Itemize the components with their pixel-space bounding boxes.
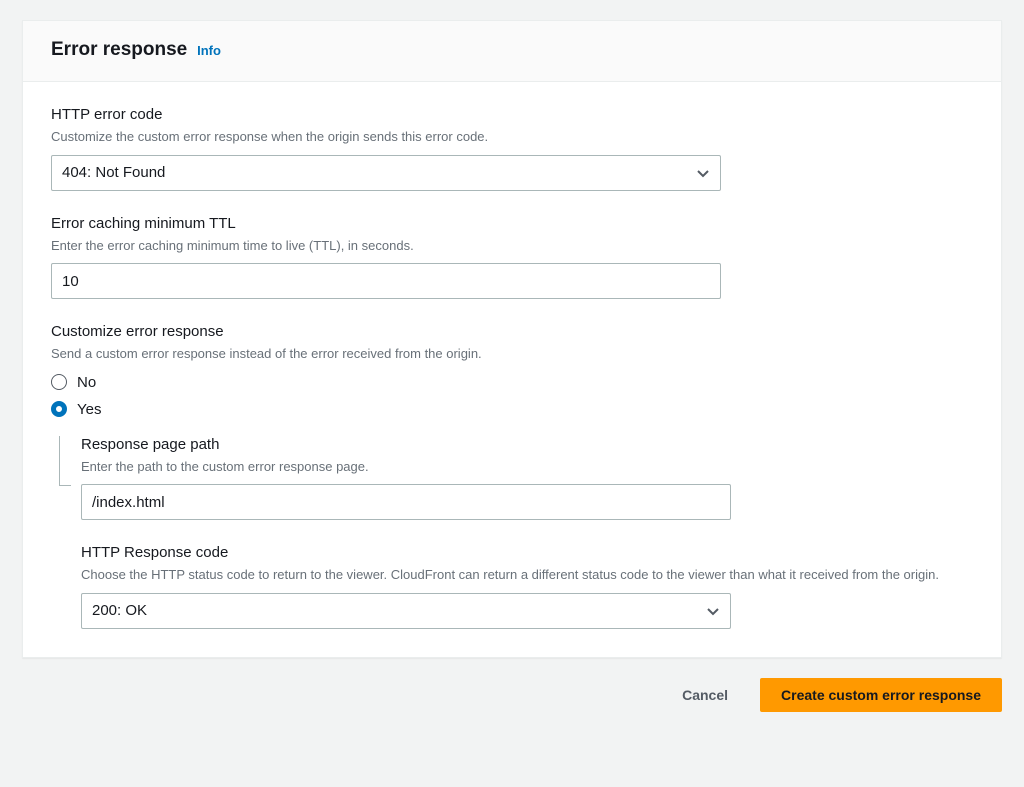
error-response-panel: Error response Info HTTP error code Cust…: [22, 20, 1002, 658]
panel-title: Error response: [51, 39, 187, 60]
radio-yes-label: Yes: [77, 401, 101, 418]
http-error-code-select-wrap: 404: Not Found: [51, 155, 721, 191]
create-button[interactable]: Create custom error response: [760, 678, 1002, 712]
response-path-group: Response page path Enter the path to the…: [81, 436, 973, 521]
customize-hint: Send a custom error response instead of …: [51, 344, 973, 364]
response-path-hint: Enter the path to the custom error respo…: [81, 457, 973, 477]
http-error-code-label: HTTP error code: [51, 106, 973, 123]
radio-icon: [51, 401, 67, 417]
tree-connector-icon: [59, 436, 71, 486]
radio-icon: [51, 374, 67, 390]
response-path-input[interactable]: [81, 484, 731, 520]
response-code-select-wrap: 200: OK: [81, 593, 731, 629]
response-code-group: HTTP Response code Choose the HTTP statu…: [81, 544, 973, 629]
customize-group: Customize error response Send a custom e…: [51, 323, 973, 418]
ttl-input[interactable]: [51, 263, 721, 299]
http-error-code-group: HTTP error code Customize the custom err…: [51, 106, 973, 191]
panel-body: HTTP error code Customize the custom err…: [23, 82, 1001, 657]
nested-section: Response page path Enter the path to the…: [59, 436, 973, 629]
customize-label: Customize error response: [51, 323, 973, 340]
http-error-code-select[interactable]: 404: Not Found: [51, 155, 721, 191]
footer-actions: Cancel Create custom error response: [22, 678, 1002, 712]
ttl-hint: Enter the error caching minimum time to …: [51, 236, 973, 256]
customize-radio-group: No Yes: [51, 374, 973, 418]
customize-radio-yes[interactable]: Yes: [51, 401, 973, 418]
response-code-select[interactable]: 200: OK: [81, 593, 731, 629]
ttl-group: Error caching minimum TTL Enter the erro…: [51, 215, 973, 300]
cancel-button[interactable]: Cancel: [662, 678, 748, 712]
customize-radio-no[interactable]: No: [51, 374, 973, 391]
nested-content: Response page path Enter the path to the…: [59, 436, 973, 629]
radio-no-label: No: [77, 374, 96, 391]
response-path-label: Response page path: [81, 436, 973, 453]
panel-header: Error response Info: [23, 21, 1001, 82]
response-code-label: HTTP Response code: [81, 544, 973, 561]
response-code-hint: Choose the HTTP status code to return to…: [81, 565, 973, 585]
info-link[interactable]: Info: [197, 43, 221, 58]
http-error-code-hint: Customize the custom error response when…: [51, 127, 973, 147]
ttl-label: Error caching minimum TTL: [51, 215, 973, 232]
